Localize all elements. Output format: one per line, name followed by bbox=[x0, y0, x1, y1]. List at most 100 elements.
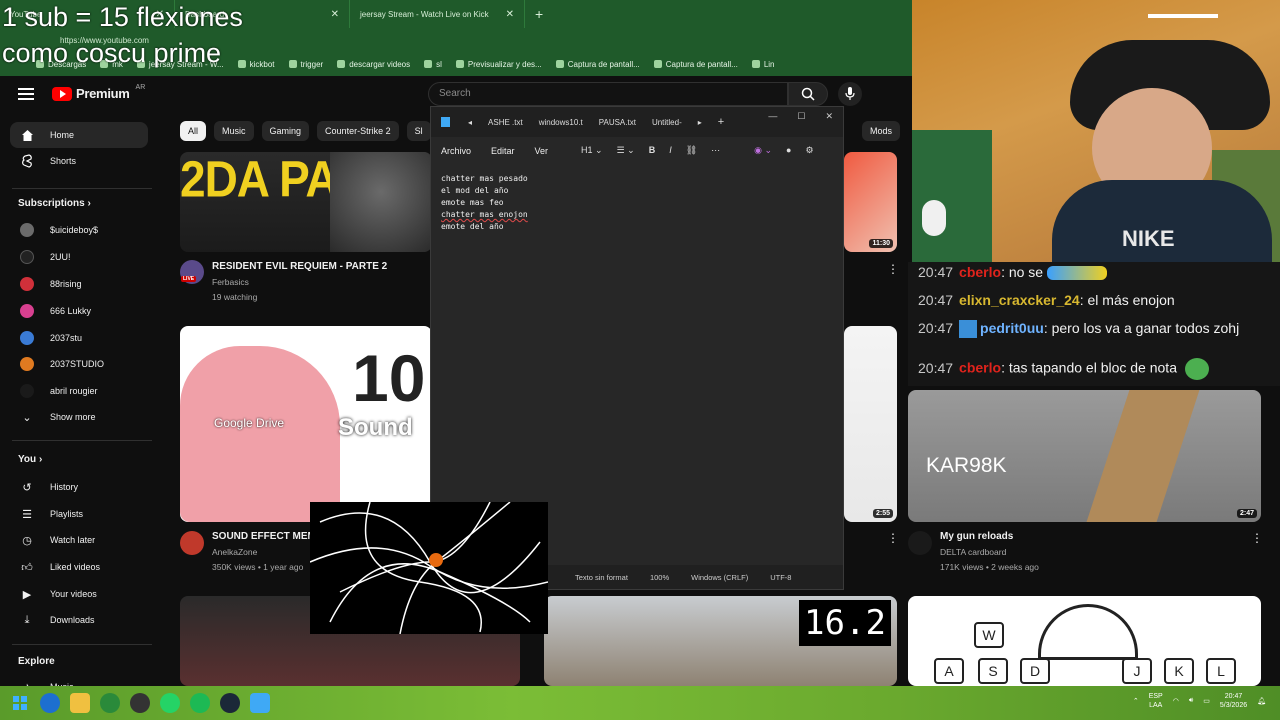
chip-partial[interactable]: Sl bbox=[406, 121, 431, 141]
scroll-right-icon[interactable]: ▸ bbox=[698, 118, 702, 127]
new-tab-button[interactable]: + bbox=[525, 6, 553, 22]
bookmark-item[interactable]: trigger bbox=[288, 60, 323, 69]
sidebar-item-home[interactable]: Home bbox=[10, 122, 148, 148]
channel-name[interactable]: DELTA cardboard bbox=[940, 547, 1006, 557]
chat-username[interactable]: cberlo bbox=[959, 360, 1001, 376]
bookmark-item[interactable]: kickbot bbox=[237, 60, 275, 69]
chip-gaming[interactable]: Gaming bbox=[261, 121, 310, 141]
video-title[interactable]: RESIDENT EVIL REQUIEM - PARTE 2 bbox=[212, 261, 422, 272]
video-thumbnail[interactable]: 11:30 bbox=[844, 152, 897, 252]
sidebar-item-downloads[interactable]: ⤓ Downloads bbox=[10, 607, 148, 633]
show-more-button[interactable]: ⌄ Show more bbox=[10, 404, 148, 430]
chip-counter-strike[interactable]: Counter-Strike 2 bbox=[317, 121, 399, 141]
sidebar-item-subscription[interactable]: 2UU! bbox=[10, 244, 148, 270]
account-icon[interactable]: ● bbox=[786, 145, 791, 156]
link-icon[interactable]: ⛓ bbox=[686, 145, 697, 156]
sidebar-item-your-videos[interactable]: ▶ Your videos bbox=[10, 581, 148, 607]
minimize-icon[interactable]: — bbox=[768, 111, 777, 122]
youtube-logo[interactable]: Premium AR bbox=[52, 84, 145, 101]
whatsapp-icon[interactable] bbox=[160, 693, 180, 713]
notepad-tab[interactable]: ASHE .txt bbox=[488, 118, 523, 127]
bold-icon[interactable]: B bbox=[649, 145, 656, 156]
video-title[interactable]: My gun reloads bbox=[940, 531, 1013, 542]
more-options-icon[interactable]: ⋮ bbox=[1251, 531, 1263, 545]
heading-dropdown[interactable]: H1 ⌄ bbox=[581, 145, 603, 156]
more-options-icon[interactable]: ⋮ bbox=[887, 262, 899, 276]
chat-username[interactable]: cberlo bbox=[959, 264, 1001, 280]
obs-icon[interactable] bbox=[130, 693, 150, 713]
scroll-left-icon[interactable]: ◂ bbox=[468, 118, 472, 127]
menu-ver[interactable]: Ver bbox=[535, 146, 549, 156]
video-thumbnail[interactable]: 2DA PARTE bbox=[180, 152, 432, 252]
chip-mods[interactable]: Mods bbox=[862, 121, 901, 141]
sidebar-item-liked-videos[interactable]: 👍︎ Liked videos bbox=[10, 554, 148, 580]
sidebar-item-playlists[interactable]: ☰ Playlists bbox=[10, 501, 148, 527]
channel-avatar[interactable] bbox=[908, 531, 932, 555]
steam-icon[interactable] bbox=[220, 693, 240, 713]
italic-icon[interactable]: I bbox=[669, 145, 672, 156]
sidebar-item-subscription[interactable]: 666 Lukky bbox=[10, 298, 148, 324]
sidebar-item-subscription[interactable]: abril rougier bbox=[10, 378, 148, 404]
new-tab-button[interactable]: + bbox=[718, 116, 724, 128]
channel-avatar[interactable] bbox=[180, 531, 204, 555]
notepad-icon[interactable] bbox=[250, 693, 270, 713]
bookmark-item[interactable]: Lin bbox=[751, 60, 775, 69]
notification-icon[interactable]: 🔔︎ bbox=[1257, 697, 1266, 705]
windows-start-icon[interactable] bbox=[10, 693, 30, 713]
sidebar-item-history[interactable]: ↺ History bbox=[10, 474, 148, 500]
video-thumbnail[interactable]: 10 Sound Google Drive bbox=[180, 326, 432, 522]
chat-username[interactable]: elixn_craxcker_24 bbox=[959, 292, 1080, 308]
sidebar-item-subscription[interactable]: $uicideboy$ bbox=[10, 217, 148, 243]
notepad-tab[interactable]: Untitled- bbox=[652, 118, 682, 127]
bookmark-item[interactable]: Captura de pantall... bbox=[555, 60, 640, 69]
bookmark-item[interactable]: descargar videos bbox=[337, 60, 410, 69]
close-icon[interactable]: ✕ bbox=[825, 111, 833, 122]
clock[interactable]: 20:47 5/3/2026 bbox=[1220, 692, 1247, 710]
menu-icon[interactable] bbox=[18, 88, 34, 100]
voice-search-button[interactable] bbox=[838, 82, 862, 106]
chip-all[interactable]: All bbox=[180, 121, 207, 141]
sidebar-item-subscription[interactable]: 88rising bbox=[10, 271, 148, 297]
search-input[interactable]: Search bbox=[428, 82, 788, 106]
bookmark-item[interactable]: Previsualizar y des... bbox=[455, 60, 542, 69]
search-button[interactable] bbox=[788, 82, 828, 106]
menu-archivo[interactable]: Archivo bbox=[441, 146, 471, 156]
copilot-icon[interactable]: ◉ ⌄ bbox=[754, 145, 772, 156]
close-icon[interactable]: ✕ bbox=[506, 9, 514, 20]
channel-name[interactable]: AnelkaZone bbox=[212, 547, 257, 557]
you-heading[interactable]: You › bbox=[18, 454, 42, 465]
sidebar-item-subscription[interactable]: 2037stu bbox=[10, 325, 148, 351]
status-zoom[interactable]: 100% bbox=[650, 573, 669, 582]
sidebar-item-subscription[interactable]: 2037STUDIO bbox=[10, 351, 148, 377]
video-thumbnail[interactable]: KAR98K 2:47 bbox=[908, 390, 1261, 522]
bookmark-item[interactable]: sl bbox=[424, 60, 442, 69]
battery-icon[interactable]: ▭ bbox=[1203, 697, 1210, 705]
edge-icon[interactable] bbox=[40, 693, 60, 713]
folder-icon[interactable] bbox=[70, 693, 90, 713]
sidebar-item-shorts[interactable]: Shorts bbox=[10, 148, 148, 174]
channel-name[interactable]: Ferbasics bbox=[212, 277, 249, 287]
menu-editar[interactable]: Editar bbox=[491, 146, 515, 156]
more-icon[interactable]: ⋯ bbox=[711, 145, 720, 156]
chat-username[interactable]: pedrit0uu bbox=[980, 320, 1044, 336]
close-icon[interactable]: ✕ bbox=[331, 9, 339, 20]
maximize-icon[interactable]: ☐ bbox=[797, 111, 805, 122]
volume-icon[interactable]: 🔊︎ bbox=[1189, 697, 1193, 705]
browser-tab-kick[interactable]: jeersay Stream - Watch Live on Kick ✕ bbox=[350, 0, 525, 28]
video-thumbnail[interactable]: 16.2 bbox=[544, 596, 897, 686]
list-icon[interactable]: ☰ ⌄ bbox=[617, 145, 635, 156]
language-indicator[interactable]: ESP LAA bbox=[1149, 692, 1163, 710]
spotify-icon[interactable] bbox=[190, 693, 210, 713]
chip-music[interactable]: Music bbox=[214, 121, 254, 141]
settings-icon[interactable]: ⚙ bbox=[805, 145, 813, 156]
wifi-icon[interactable]: ◠ bbox=[1173, 697, 1179, 705]
more-options-icon[interactable]: ⋮ bbox=[887, 531, 899, 545]
sidebar-item-watch-later[interactable]: ◷ Watch later bbox=[10, 527, 148, 553]
notepad-tab[interactable]: PAUSA.txt bbox=[599, 118, 636, 127]
chevron-up-icon[interactable]: ⌃ bbox=[1133, 697, 1139, 705]
video-title[interactable]: SOUND EFFECT MEME bbox=[212, 531, 312, 542]
notepad-tab[interactable]: windows10.t bbox=[539, 118, 583, 127]
browser-icon[interactable] bbox=[100, 693, 120, 713]
video-thumbnail[interactable]: W A S D J K L bbox=[908, 596, 1261, 686]
bookmark-item[interactable]: Captura de pantall... bbox=[653, 60, 738, 69]
